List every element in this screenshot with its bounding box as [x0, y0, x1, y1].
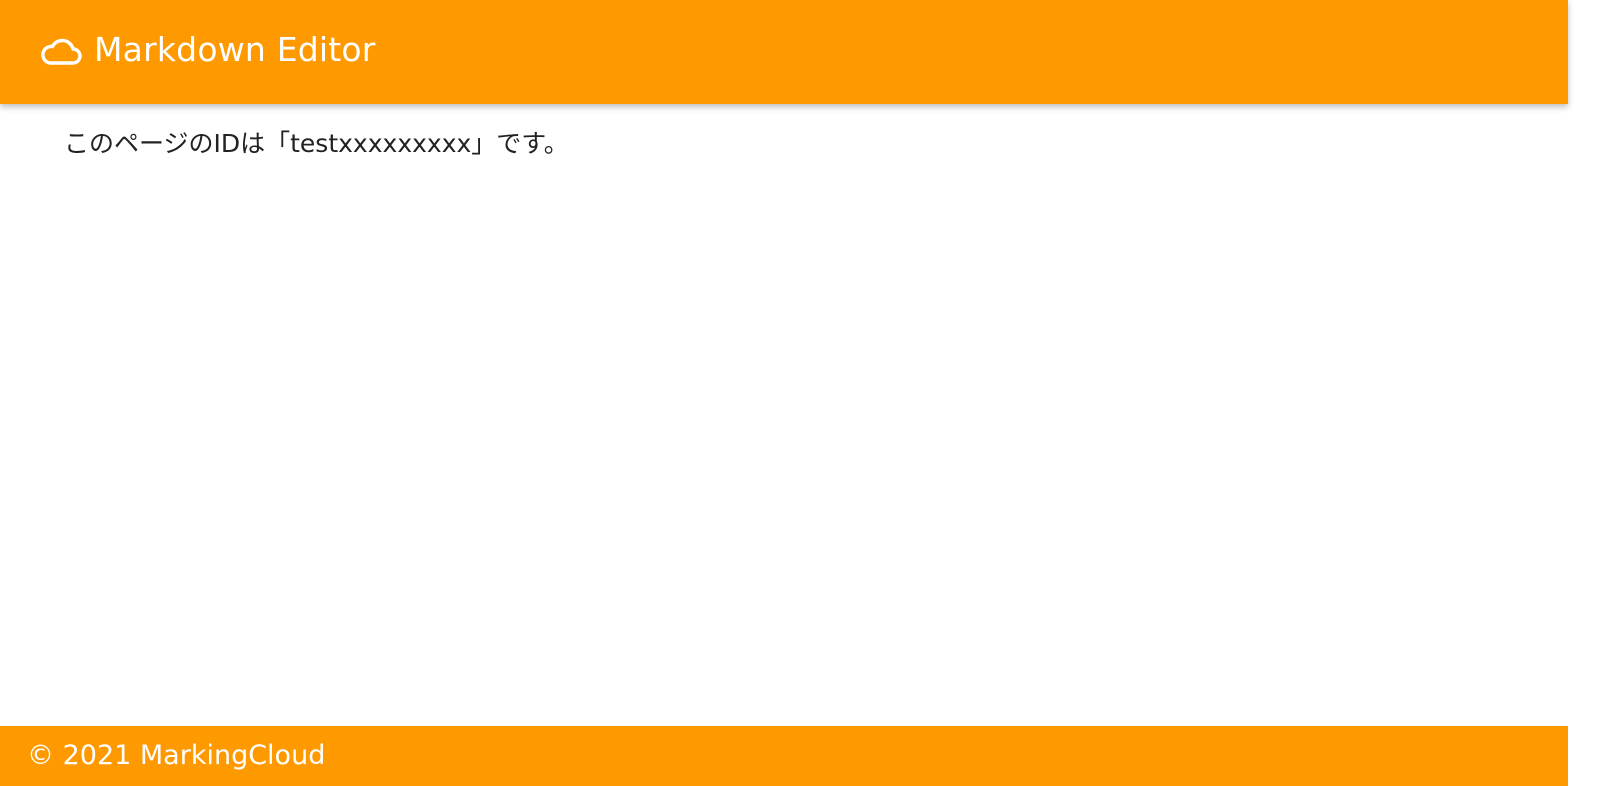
app-title: Markdown Editor — [94, 29, 376, 69]
app-header: Markdown Editor — [0, 0, 1568, 104]
app-footer: © 2021 MarkingCloud — [0, 726, 1568, 786]
cloud-icon — [40, 36, 82, 66]
page-id-message: このページのIDは「testxxxxxxxxx」です。 — [64, 129, 569, 158]
copyright-text: © 2021 MarkingCloud — [27, 739, 326, 771]
main-content: このページのIDは「testxxxxxxxxx」です。 — [0, 104, 1568, 161]
app-root: Markdown Editor このページのIDは「testxxxxxxxxx」… — [0, 0, 1600, 786]
